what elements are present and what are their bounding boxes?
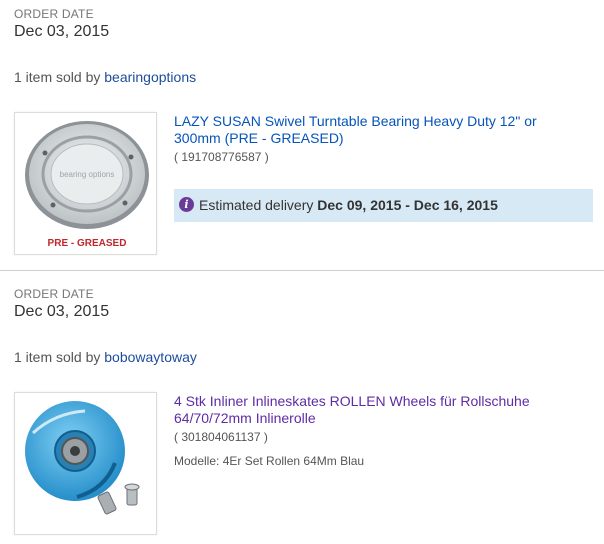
seller-line: 1 item sold by bearingoptions <box>14 69 196 85</box>
bolt-hole <box>42 150 48 156</box>
item-number: ( 191708776587 ) <box>174 150 269 164</box>
item-title-line-1: 4 Stk Inliner Inlineskates ROLLEN Wheels… <box>174 393 530 409</box>
seller-line: 1 item sold by bobowaytoway <box>14 349 197 365</box>
seller-link[interactable]: bobowaytoway <box>104 349 197 365</box>
bearing-image: bearing options PRE - GREASED <box>25 121 149 249</box>
order-divider <box>0 270 604 271</box>
bolt-hole <box>128 154 134 160</box>
delivery-label: Estimated delivery <box>199 197 314 213</box>
item-title-line-1: LAZY SUSAN Swivel Turntable Bearing Heav… <box>174 113 537 129</box>
item-number: ( 301804061137 ) <box>174 430 268 444</box>
bolt-hole <box>122 200 128 206</box>
order-date-value: Dec 03, 2015 <box>14 23 110 40</box>
order-date-label: ORDER DATE <box>14 287 94 301</box>
info-icon: i <box>179 197 194 212</box>
item-image[interactable] <box>14 392 157 535</box>
item-title-link[interactable]: 4 Stk Inliner Inlineskates ROLLEN Wheels… <box>174 393 584 427</box>
item-image[interactable]: bearing options PRE - GREASED <box>14 112 157 255</box>
delivery-dates: Dec 09, 2015 - Dec 16, 2015 <box>317 197 498 213</box>
order-date-value: Dec 03, 2015 <box>14 303 110 320</box>
seller-prefix: 1 item sold by <box>14 349 101 365</box>
order-date-label: ORDER DATE <box>14 7 94 21</box>
skate-wheel-image <box>25 401 140 515</box>
item-title-line-2: 64/70/72mm Inlinerolle <box>174 410 316 426</box>
item-title-line-2: 300mm (PRE - GREASED) <box>174 130 344 146</box>
item-title-link[interactable]: LAZY SUSAN Swivel Turntable Bearing Heav… <box>174 113 584 147</box>
bolt-hole <box>50 202 56 208</box>
seller-prefix: 1 item sold by <box>14 69 101 85</box>
wheel-axle-hole <box>70 446 80 456</box>
estimated-delivery-banner: i Estimated delivery Dec 09, 2015 - Dec … <box>174 189 593 222</box>
seller-link[interactable]: bearingoptions <box>104 69 196 85</box>
spacer-part <box>97 491 117 515</box>
spacer-top <box>124 483 140 491</box>
item-variation: Modelle: 4Er Set Rollen 64Mm Blau <box>174 454 365 468</box>
image-caption: PRE - GREASED <box>48 238 127 249</box>
delivery-text: Estimated delivery Dec 09, 2015 - Dec 16… <box>199 189 498 222</box>
image-watermark: bearing options <box>60 170 115 179</box>
